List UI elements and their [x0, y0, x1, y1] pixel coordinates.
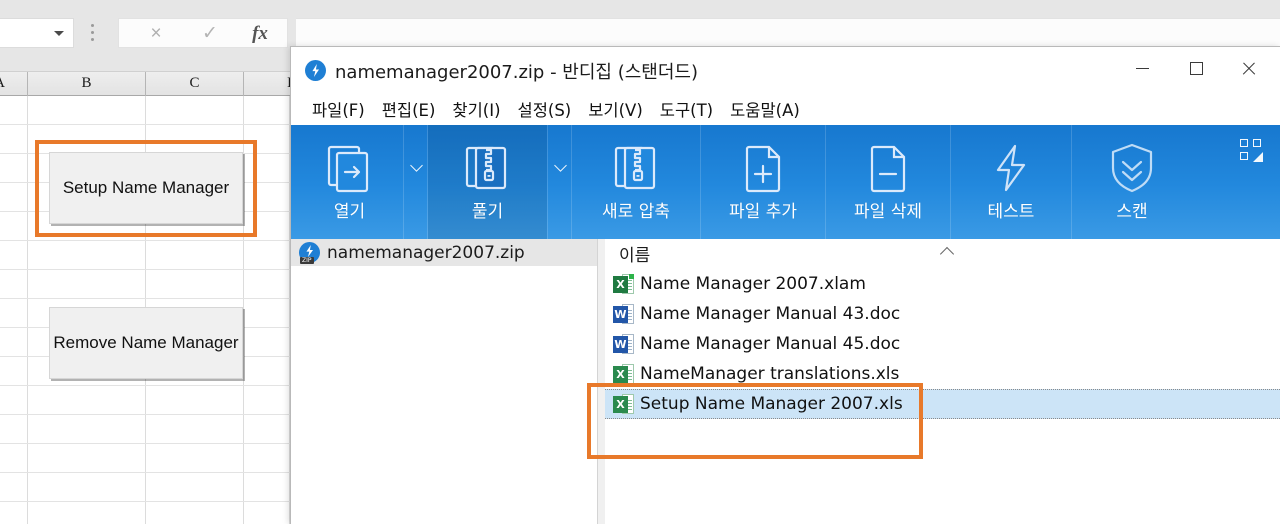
menu-item-tools[interactable]: 도구(T) [653, 95, 720, 123]
list-item[interactable]: W Name Manager Manual 43.doc [605, 299, 1280, 329]
minimize-button[interactable] [1116, 47, 1168, 89]
chevron-down-icon[interactable] [54, 31, 64, 36]
toolbar: 열기 풀기 새로 압축 파일 추가 파일 삭제 테스트 스캔 [291, 125, 1280, 239]
bandizip-window: namemanager2007.zip - 반디집 (스탠더드) 파일(F) 편… [290, 46, 1280, 524]
word-doc-icon: W [613, 333, 634, 356]
toolbar-button-extract[interactable]: 풀기 [428, 125, 547, 239]
tree-node-root[interactable]: namemanager2007.zip [291, 239, 597, 266]
maximize-icon [1189, 61, 1203, 75]
column-header-b[interactable]: B [28, 72, 146, 96]
file-name: Name Manager Manual 43.doc [640, 304, 901, 324]
insert-function-icon[interactable]: fx [247, 19, 273, 49]
test-icon [984, 141, 1038, 195]
window-titlebar[interactable]: namemanager2007.zip - 반디집 (스탠더드) [291, 47, 1280, 93]
excel-sheet-icon: X [613, 363, 634, 386]
list-item[interactable]: X NameManager translations.xls [605, 359, 1280, 389]
column-header-a[interactable]: A [0, 72, 28, 96]
extract-icon [461, 141, 515, 195]
formula-bar-controls: × ✓ fx [118, 18, 288, 48]
layout-grid-icon[interactable] [1240, 139, 1263, 162]
setup-name-manager-button[interactable]: Setup Name Manager [49, 152, 243, 224]
menu-item-settings[interactable]: 설정(S) [511, 95, 579, 123]
scan-shield-icon [1104, 141, 1160, 195]
column-header-name: 이름 [619, 246, 651, 266]
bandizip-icon [305, 60, 326, 81]
panel-splitter[interactable] [598, 239, 605, 524]
formula-input[interactable] [296, 18, 1280, 48]
toolbar-button-open[interactable]: 열기 [296, 125, 403, 239]
list-item[interactable]: W Name Manager Manual 45.doc [605, 329, 1280, 359]
close-icon [1241, 61, 1256, 76]
close-button[interactable] [1222, 47, 1274, 89]
file-list-empty-space [605, 419, 1280, 524]
sort-ascending-icon [939, 246, 955, 262]
chevron-down-icon [553, 159, 567, 172]
toolbar-label-new-archive: 새로 압축 [602, 202, 670, 222]
menu-item-file[interactable]: 파일(F) [305, 95, 372, 123]
new-archive-icon [609, 141, 663, 195]
menu-item-view[interactable]: 보기(V) [581, 95, 650, 123]
add-file-icon [736, 141, 790, 195]
list-item[interactable]: X Setup Name Manager 2007.xls [605, 389, 1280, 419]
toolbar-label-open: 열기 [333, 202, 366, 222]
toolbar-button-scan[interactable]: 스캔 [1072, 125, 1192, 239]
remove-name-manager-button[interactable]: Remove Name Manager [49, 307, 243, 379]
toolbar-button-delete-file[interactable]: 파일 삭제 [826, 125, 950, 239]
menu-item-help[interactable]: 도움말(A) [723, 95, 807, 123]
open-archive-icon [323, 141, 377, 195]
toolbar-button-add-file[interactable]: 파일 추가 [701, 125, 825, 239]
file-name: Name Manager Manual 45.doc [640, 334, 901, 354]
zip-archive-icon [299, 242, 320, 264]
menu-bar: 파일(F) 편집(E) 찾기(I) 설정(S) 보기(V) 도구(T) 도움말(… [291, 93, 1280, 125]
file-name: Name Manager 2007.xlam [640, 274, 866, 294]
list-item[interactable]: X Name Manager 2007.xlam [605, 269, 1280, 299]
toolbar-dropdown-extract[interactable] [548, 125, 572, 239]
chevron-down-icon [409, 159, 423, 172]
excel-sheet-icon: X [613, 393, 634, 416]
file-name: NameManager translations.xls [640, 364, 900, 384]
menu-item-edit[interactable]: 편집(E) [375, 95, 443, 123]
cancel-icon[interactable]: × [143, 19, 169, 49]
archive-tree-panel: namemanager2007.zip [291, 239, 598, 524]
column-header-c[interactable]: C [146, 72, 244, 96]
word-doc-icon: W [613, 303, 634, 326]
delete-file-icon [861, 141, 915, 195]
toolbar-dropdown-open[interactable] [404, 125, 428, 239]
minimize-icon [1135, 67, 1149, 69]
menu-item-find[interactable]: 찾기(I) [445, 95, 507, 123]
tree-node-label: namemanager2007.zip [327, 242, 525, 263]
file-name: Setup Name Manager 2007.xls [640, 394, 903, 414]
toolbar-label-delete-file: 파일 삭제 [854, 202, 922, 222]
confirm-icon[interactable]: ✓ [197, 19, 223, 49]
toolbar-label-scan: 스캔 [1116, 202, 1148, 222]
formula-bar-handle-icon[interactable] [91, 24, 95, 44]
maximize-button[interactable] [1170, 47, 1222, 89]
name-box[interactable] [0, 18, 74, 48]
file-list-panel: 이름 X Name Manager 2007.xlam W Name Manag… [605, 239, 1280, 524]
excel-addin-icon: X [613, 273, 634, 296]
toolbar-label-extract: 풀기 [471, 202, 504, 222]
window-title: namemanager2007.zip - 반디집 (스탠더드) [335, 62, 698, 83]
window-body: namemanager2007.zip 이름 X Name Manager 20… [291, 239, 1280, 524]
file-list-header[interactable]: 이름 [605, 239, 1280, 269]
toolbar-button-new-archive[interactable]: 새로 압축 [572, 125, 700, 239]
toolbar-label-test: 테스트 [987, 202, 1035, 222]
toolbar-button-test[interactable]: 테스트 [951, 125, 1071, 239]
toolbar-label-add-file: 파일 추가 [729, 202, 797, 222]
